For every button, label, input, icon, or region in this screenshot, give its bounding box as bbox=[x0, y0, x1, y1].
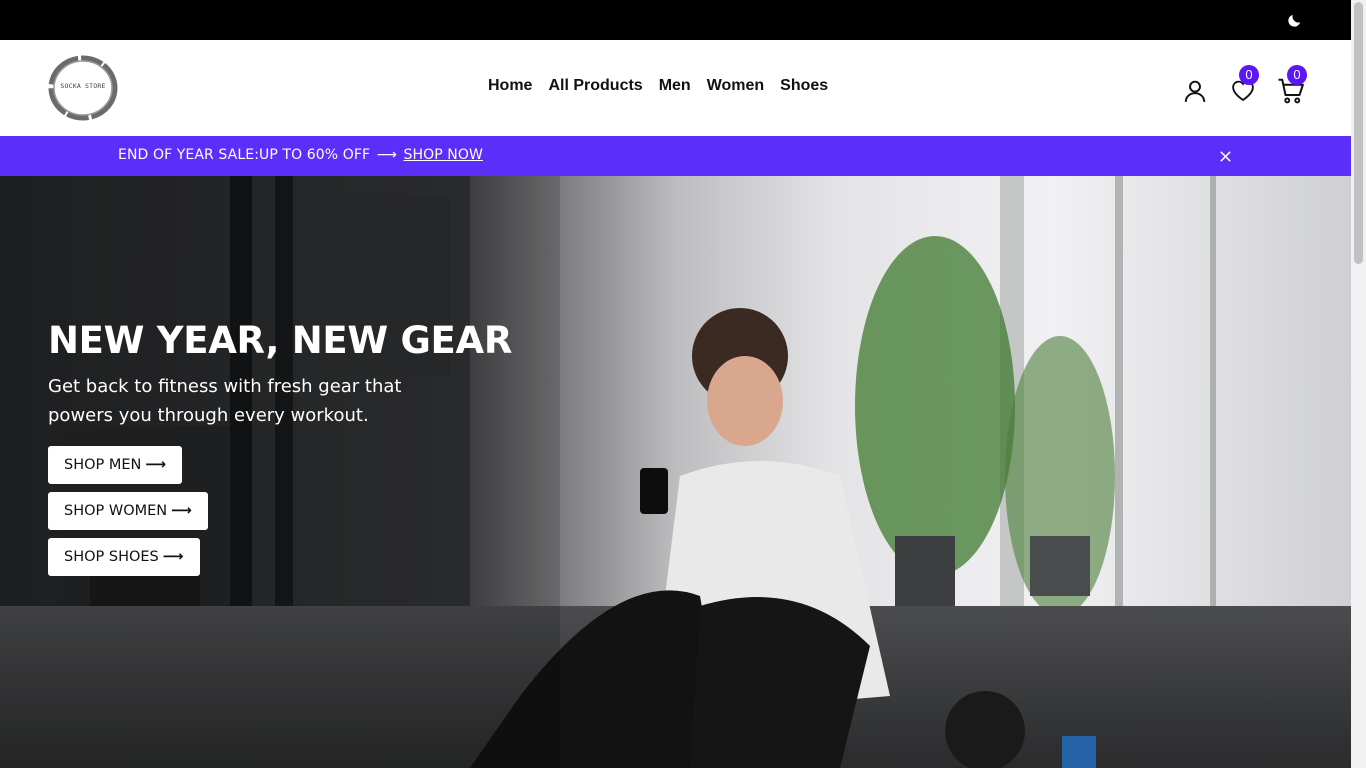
cart-count-badge: 0 bbox=[1287, 65, 1307, 85]
moon-icon[interactable] bbox=[1286, 12, 1303, 29]
page-scrollbar[interactable] bbox=[1351, 0, 1366, 768]
store-logo[interactable]: SOCKA STORE bbox=[46, 53, 120, 123]
wishlist-count-badge: 0 bbox=[1239, 65, 1259, 85]
shop-men-button[interactable]: SHOP MEN ⟶ bbox=[48, 446, 183, 484]
user-icon[interactable] bbox=[1182, 78, 1208, 104]
nav-men[interactable]: Men bbox=[659, 77, 691, 95]
scrollbar-thumb[interactable] bbox=[1354, 2, 1363, 264]
top-bar bbox=[0, 0, 1351, 40]
nav-women[interactable]: Women bbox=[707, 77, 764, 95]
arrow-right-icon: ⟶ bbox=[145, 457, 167, 473]
promo-text: END OF YEAR SALE:UP TO 60% OFF bbox=[118, 147, 371, 163]
shop-now-link[interactable]: SHOP NOW bbox=[403, 147, 482, 163]
nav-home[interactable]: Home bbox=[488, 77, 532, 95]
nav-all-products[interactable]: All Products bbox=[548, 77, 642, 95]
promo-banner: END OF YEAR SALE:UP TO 60% OFF ⟶ SHOP NO… bbox=[0, 136, 1351, 176]
shop-shoes-label: SHOP SHOES bbox=[64, 549, 159, 565]
hero-title: NEW YEAR, NEW GEAR bbox=[48, 319, 513, 362]
hero-subtitle: Get back to fitness with fresh gear that… bbox=[48, 376, 402, 426]
arrow-right-icon: ⟶ bbox=[171, 503, 192, 519]
shop-women-label: SHOP WOMEN bbox=[64, 503, 168, 519]
main-nav: Home All Products Men Women Shoes bbox=[488, 77, 828, 95]
shop-shoes-button[interactable]: SHOP SHOES ⟶ bbox=[48, 538, 200, 576]
shop-men-label: SHOP MEN bbox=[64, 457, 142, 473]
arrow-right-icon: ⟶ bbox=[376, 147, 397, 163]
arrow-right-icon: ⟶ bbox=[162, 549, 184, 565]
shop-women-button[interactable]: SHOP WOMEN ⟶ bbox=[48, 492, 208, 530]
nav-shoes[interactable]: Shoes bbox=[780, 77, 828, 95]
close-icon[interactable] bbox=[1218, 149, 1233, 164]
logo-text: SOCKA STORE bbox=[60, 82, 106, 90]
hero-image bbox=[0, 176, 1351, 768]
hero-banner: NEW YEAR, NEW GEAR Get back to fitness w… bbox=[0, 176, 1351, 768]
site-header: SOCKA STORE Home All Products Men Women … bbox=[0, 40, 1351, 136]
promo-message: END OF YEAR SALE:UP TO 60% OFF ⟶ SHOP NO… bbox=[118, 147, 483, 163]
